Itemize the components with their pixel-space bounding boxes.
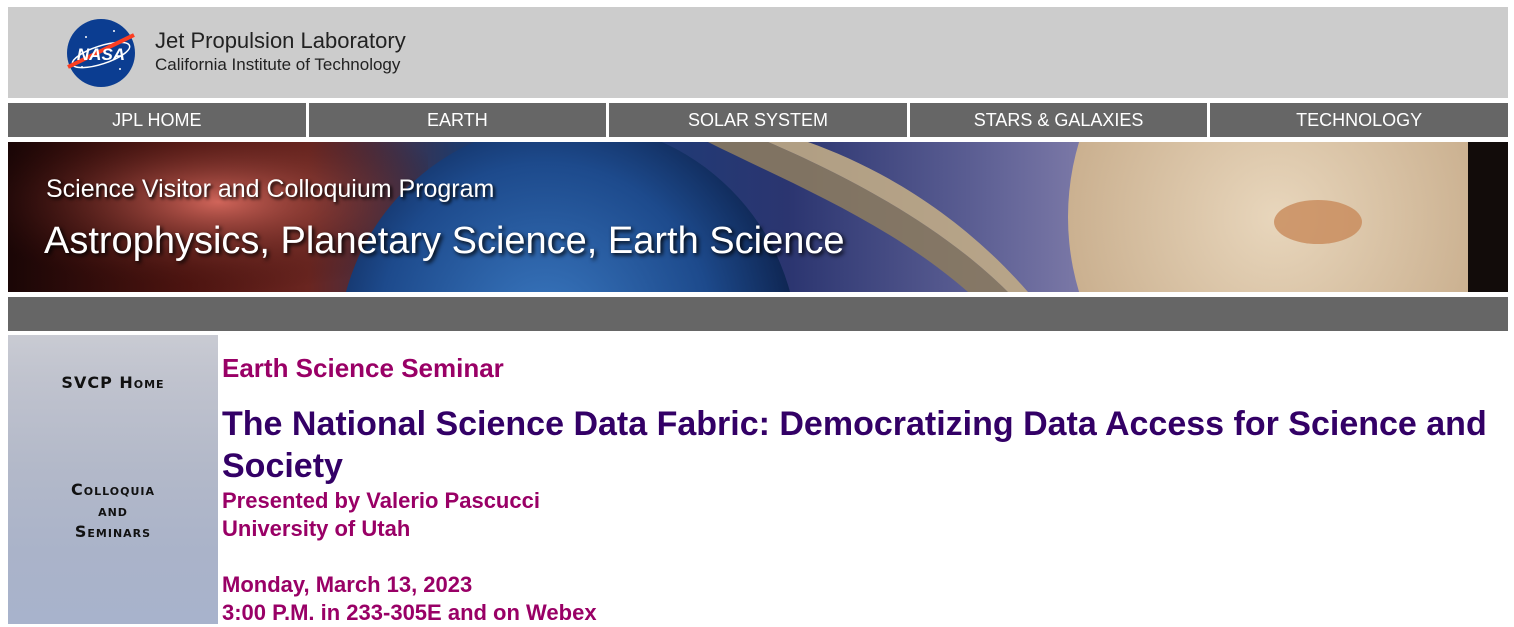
seminar-content: Earth Science Seminar The National Scien…	[222, 352, 1508, 627]
seminar-time-location: 3:00 P.M. in 233-305E and on Webex	[222, 600, 597, 625]
svcp-home-link[interactable]: SVCP Home	[8, 373, 218, 392]
nav-stars-galaxies[interactable]: STARS & GALAXIES	[909, 103, 1208, 137]
nav-earth[interactable]: EARTH	[308, 103, 607, 137]
affiliation: University of Utah	[222, 516, 411, 541]
colloquia-line2: and	[98, 501, 128, 520]
nav-jpl-home[interactable]: JPL HOME	[8, 103, 306, 137]
colloquia-seminars-link[interactable]: Colloquia and Seminars	[8, 479, 218, 542]
svg-text:NASA: NASA	[77, 45, 125, 64]
org-title: Jet Propulsion Laboratory	[155, 28, 406, 53]
talk-title: The National Science Data Fabric: Democr…	[222, 405, 1487, 485]
org-subtitle: California Institute of Technology	[155, 55, 401, 74]
banner-topics: Astrophysics, Planetary Science, Earth S…	[44, 220, 845, 262]
main-nav: JPL HOME EARTH SOLAR SYSTEM STARS & GALA…	[8, 103, 1508, 137]
divider-bar	[8, 297, 1508, 331]
seminar-date: Monday, March 13, 2023	[222, 572, 473, 597]
nav-technology[interactable]: TECHNOLOGY	[1210, 103, 1508, 137]
sidebar: SVCP Home Colloquia and Seminars	[8, 335, 218, 624]
seminar-type: Earth Science Seminar	[222, 353, 504, 383]
presenter: Presented by Valerio Pascucci	[222, 488, 540, 513]
nasa-logo[interactable]: NASA	[64, 17, 140, 89]
nav-solar-system[interactable]: SOLAR SYSTEM	[609, 103, 907, 137]
program-banner: Science Visitor and Colloquium Program A…	[8, 142, 1508, 292]
banner-program-name: Science Visitor and Colloquium Program	[46, 175, 495, 203]
site-header: NASA Jet Propulsion Laboratory Californi…	[8, 7, 1508, 98]
banner-artwork	[8, 142, 1508, 292]
colloquia-line1: Colloquia	[71, 480, 155, 499]
colloquia-line3: Seminars	[74, 522, 152, 541]
